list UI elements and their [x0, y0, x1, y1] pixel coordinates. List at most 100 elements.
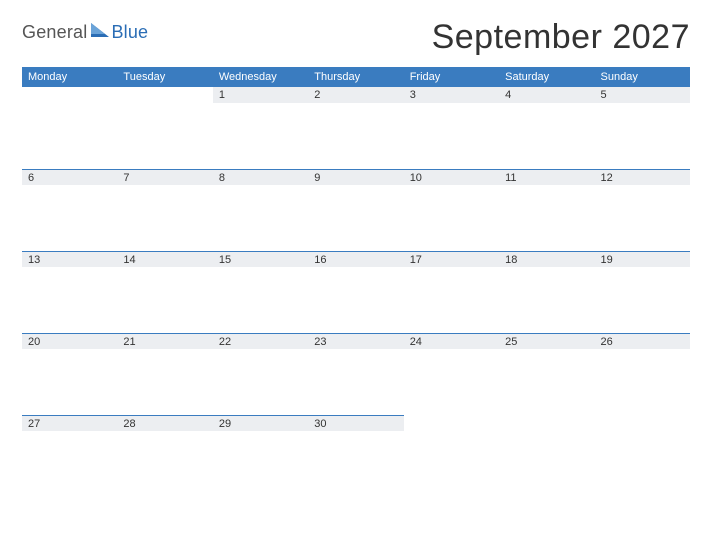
day-cell: 15: [213, 251, 308, 333]
day-number-strip: 5: [595, 87, 690, 103]
day-number: 18: [505, 254, 517, 266]
day-number-strip: 8: [213, 169, 308, 185]
header: General Blue September 2027: [22, 18, 690, 57]
day-number: 17: [410, 254, 422, 266]
logo-text-general: General: [22, 22, 87, 43]
day-number-strip: 19: [595, 251, 690, 267]
day-cell: 16: [308, 251, 403, 333]
day-cell: 27: [22, 415, 117, 497]
day-number-strip: [499, 415, 594, 431]
day-cell: 24: [404, 333, 499, 415]
week-row: 27 28 29 30: [22, 415, 690, 497]
day-cell: [22, 87, 117, 169]
day-cell: 5: [595, 87, 690, 169]
day-cell: 30: [308, 415, 403, 497]
day-number: 5: [601, 89, 607, 101]
day-cell: 25: [499, 333, 594, 415]
day-cell: 18: [499, 251, 594, 333]
day-number-strip: 2: [308, 87, 403, 103]
day-number: 22: [219, 336, 231, 348]
day-number-strip: 16: [308, 251, 403, 267]
day-cell: 23: [308, 333, 403, 415]
day-number-strip: 25: [499, 333, 594, 349]
day-header-thu: Thursday: [308, 71, 403, 83]
day-cell: 6: [22, 169, 117, 251]
week-row: 20 21 22 23 24 25 26: [22, 333, 690, 415]
day-number: 29: [219, 418, 231, 430]
day-number-strip: 13: [22, 251, 117, 267]
day-number: 7: [123, 172, 129, 184]
day-header-sun: Sunday: [595, 71, 690, 83]
day-number: 1: [219, 89, 225, 101]
day-cell: 21: [117, 333, 212, 415]
day-number: 12: [601, 172, 613, 184]
day-cell: 28: [117, 415, 212, 497]
day-number-strip: 30: [308, 415, 403, 431]
day-number-strip: [22, 87, 117, 103]
day-number-strip: 27: [22, 415, 117, 431]
day-cell: 12: [595, 169, 690, 251]
day-number: 23: [314, 336, 326, 348]
day-number-strip: 26: [595, 333, 690, 349]
day-number: 8: [219, 172, 225, 184]
day-number: 30: [314, 418, 326, 430]
day-header-fri: Friday: [404, 71, 499, 83]
day-cell: [499, 415, 594, 497]
day-number: 13: [28, 254, 40, 266]
day-number-strip: 3: [404, 87, 499, 103]
day-cell: 8: [213, 169, 308, 251]
logo-triangle-icon: [91, 23, 109, 42]
day-number: 21: [123, 336, 135, 348]
day-number-strip: 14: [117, 251, 212, 267]
day-number-strip: 21: [117, 333, 212, 349]
week-row: 13 14 15 16 17 18 19: [22, 251, 690, 333]
day-number: 3: [410, 89, 416, 101]
day-number: 28: [123, 418, 135, 430]
day-cell: [404, 415, 499, 497]
day-cell: [595, 415, 690, 497]
day-number-strip: 20: [22, 333, 117, 349]
day-cell: 1: [213, 87, 308, 169]
day-number-strip: 10: [404, 169, 499, 185]
day-number: 26: [601, 336, 613, 348]
day-number-strip: 15: [213, 251, 308, 267]
day-header-sat: Saturday: [499, 71, 594, 83]
day-cell: 26: [595, 333, 690, 415]
day-cell: 17: [404, 251, 499, 333]
day-number-strip: [595, 415, 690, 431]
day-number-strip: 12: [595, 169, 690, 185]
week-row: 6 7 8 9 10 11 12: [22, 169, 690, 251]
day-number-strip: 18: [499, 251, 594, 267]
day-cell: 22: [213, 333, 308, 415]
day-number-strip: 1: [213, 87, 308, 103]
day-number: 10: [410, 172, 422, 184]
day-number-strip: 24: [404, 333, 499, 349]
day-number: 2: [314, 89, 320, 101]
day-number: 14: [123, 254, 135, 266]
day-number: 27: [28, 418, 40, 430]
day-cell: 4: [499, 87, 594, 169]
day-header-wed: Wednesday: [213, 71, 308, 83]
day-cell: 2: [308, 87, 403, 169]
day-cell: 9: [308, 169, 403, 251]
day-number: 9: [314, 172, 320, 184]
day-number: 4: [505, 89, 511, 101]
day-number: 25: [505, 336, 517, 348]
day-cell: 14: [117, 251, 212, 333]
logo: General Blue: [22, 18, 148, 43]
day-header-row: Monday Tuesday Wednesday Thursday Friday…: [22, 67, 690, 87]
day-cell: 29: [213, 415, 308, 497]
day-number: 6: [28, 172, 34, 184]
day-number-strip: 29: [213, 415, 308, 431]
day-number-strip: 23: [308, 333, 403, 349]
day-number-strip: 4: [499, 87, 594, 103]
day-number-strip: 9: [308, 169, 403, 185]
day-cell: 7: [117, 169, 212, 251]
day-number: 11: [505, 172, 516, 184]
day-cell: 3: [404, 87, 499, 169]
day-number-strip: 6: [22, 169, 117, 185]
day-number-strip: 28: [117, 415, 212, 431]
day-cell: [117, 87, 212, 169]
page-title: September 2027: [432, 18, 690, 57]
day-number: 16: [314, 254, 326, 266]
